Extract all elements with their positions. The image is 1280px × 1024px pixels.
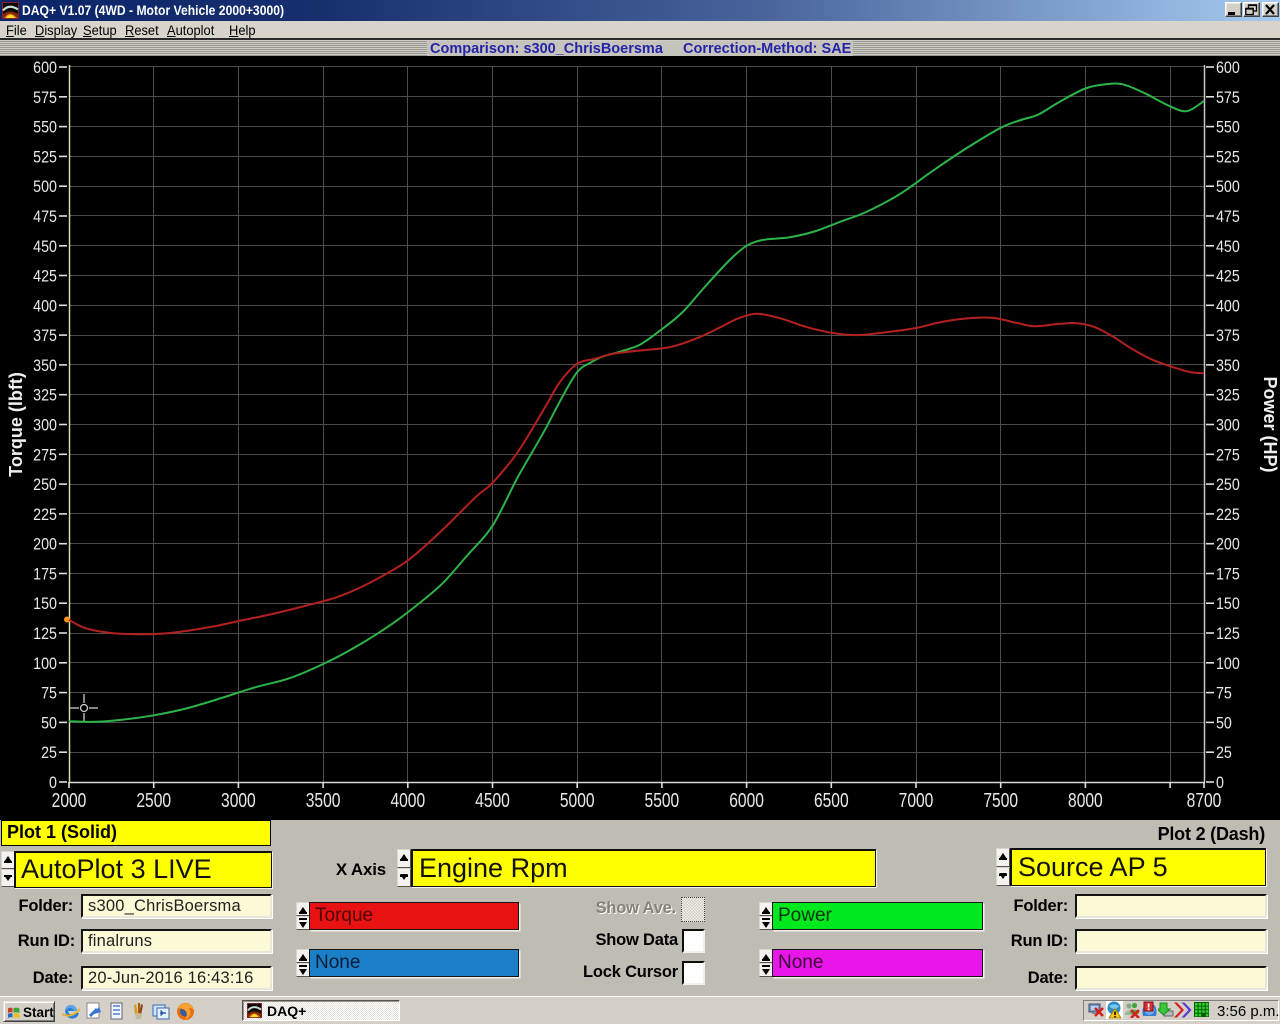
svg-text:600: 600	[1216, 59, 1240, 77]
svg-text:375: 375	[33, 327, 57, 345]
svg-text:475: 475	[1216, 208, 1240, 226]
svg-text:125: 125	[33, 625, 57, 643]
svg-text:50: 50	[1216, 714, 1232, 732]
svg-text:8700: 8700	[1187, 789, 1222, 811]
svg-text:425: 425	[33, 267, 57, 285]
svg-text:275: 275	[33, 446, 57, 464]
svg-text:100: 100	[1216, 655, 1240, 673]
svg-text:275: 275	[1216, 446, 1240, 464]
svg-text:7500: 7500	[983, 789, 1018, 811]
svg-text:525: 525	[33, 148, 57, 166]
svg-text:550: 550	[1216, 119, 1240, 137]
svg-text:2500: 2500	[136, 789, 171, 811]
svg-text:5500: 5500	[645, 789, 680, 811]
svg-text:50: 50	[41, 714, 57, 732]
svg-text:25: 25	[1216, 744, 1232, 762]
svg-text:6000: 6000	[729, 789, 764, 811]
svg-text:475: 475	[33, 208, 57, 226]
svg-text:100: 100	[33, 655, 57, 673]
svg-text:325: 325	[1216, 387, 1240, 405]
svg-text:6500: 6500	[814, 789, 849, 811]
svg-text:3500: 3500	[306, 789, 341, 811]
svg-text:250: 250	[33, 476, 57, 494]
svg-text:525: 525	[1216, 148, 1240, 166]
svg-text:300: 300	[33, 416, 57, 434]
svg-text:8000: 8000	[1068, 789, 1103, 811]
svg-text:250: 250	[1216, 476, 1240, 494]
svg-text:350: 350	[33, 357, 57, 375]
svg-text:5000: 5000	[560, 789, 595, 811]
svg-text:25: 25	[41, 744, 57, 762]
svg-text:Torque (lbft): Torque (lbft)	[6, 372, 26, 477]
svg-text:225: 225	[1216, 506, 1240, 524]
svg-text:200: 200	[1216, 536, 1240, 554]
svg-text:150: 150	[1216, 595, 1240, 613]
svg-text:575: 575	[1216, 89, 1240, 107]
svg-text:75: 75	[41, 685, 57, 703]
svg-text:4500: 4500	[475, 789, 510, 811]
svg-text:4000: 4000	[390, 789, 425, 811]
svg-text:125: 125	[1216, 625, 1240, 643]
svg-text:575: 575	[33, 89, 57, 107]
svg-text:500: 500	[1216, 178, 1240, 196]
svg-text:Power (HP): Power (HP)	[1260, 376, 1280, 472]
svg-text:325: 325	[33, 387, 57, 405]
svg-text:375: 375	[1216, 327, 1240, 345]
svg-text:500: 500	[33, 178, 57, 196]
svg-text:175: 175	[1216, 565, 1240, 583]
svg-text:600: 600	[33, 59, 57, 77]
svg-text:300: 300	[1216, 416, 1240, 434]
svg-text:350: 350	[1216, 357, 1240, 375]
svg-text:450: 450	[1216, 238, 1240, 256]
svg-text:550: 550	[33, 119, 57, 137]
svg-text:450: 450	[33, 238, 57, 256]
svg-text:7000: 7000	[899, 789, 934, 811]
svg-text:2000: 2000	[52, 789, 87, 811]
svg-text:400: 400	[1216, 297, 1240, 315]
svg-text:175: 175	[33, 565, 57, 583]
svg-text:3000: 3000	[221, 789, 256, 811]
svg-text:425: 425	[1216, 267, 1240, 285]
svg-text:75: 75	[1216, 685, 1232, 703]
svg-text:200: 200	[33, 536, 57, 554]
svg-text:400: 400	[33, 297, 57, 315]
svg-text:150: 150	[33, 595, 57, 613]
svg-text:225: 225	[33, 506, 57, 524]
